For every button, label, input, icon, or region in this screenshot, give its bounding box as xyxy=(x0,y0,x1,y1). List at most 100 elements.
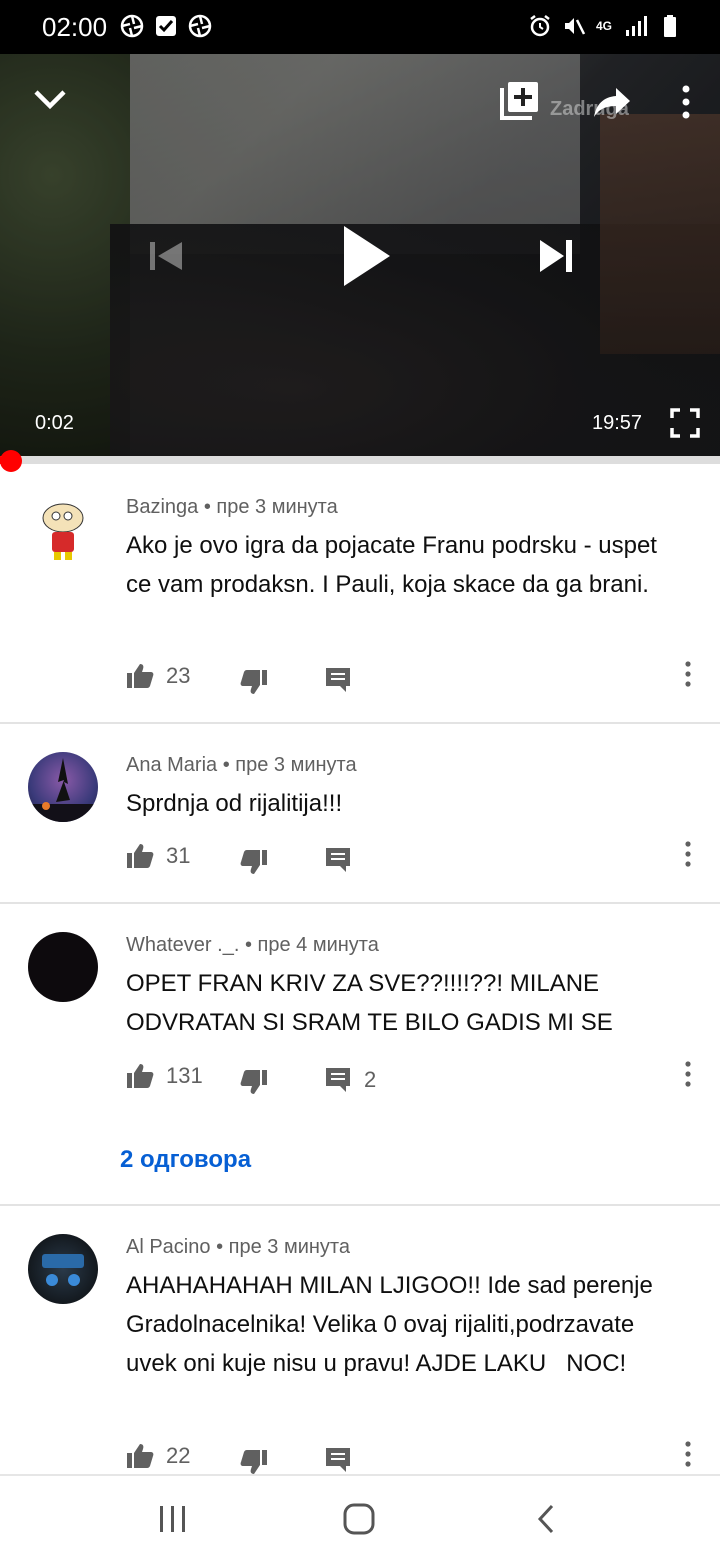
comment-time: пре 4 минута xyxy=(257,934,379,956)
check-box-icon xyxy=(156,16,176,36)
comment-meta: Al Pacino • пре 3 минута xyxy=(126,1236,350,1259)
dislike-button[interactable] xyxy=(240,1448,268,1474)
comment-text: Ako je ovo igra da pojacate Franu podrsk… xyxy=(126,532,657,598)
cartoon-avatar-icon xyxy=(42,503,84,560)
thumbs-up-icon xyxy=(127,1444,154,1468)
comment-author[interactable]: Bazinga xyxy=(126,496,198,518)
comment-meta: Bazinga • пре 3 минута xyxy=(126,496,338,519)
meta-separator: • xyxy=(222,754,236,776)
dislike-button[interactable] xyxy=(240,668,268,696)
tree-avatar-icon xyxy=(28,758,98,822)
meta-separator: • xyxy=(244,934,258,956)
home-icon[interactable] xyxy=(342,1502,376,1536)
like-count: 31 xyxy=(166,843,191,868)
like-button[interactable]: 31 xyxy=(126,842,190,870)
alarm-icon xyxy=(530,15,550,37)
share-icon[interactable] xyxy=(592,84,632,120)
thumbs-down-icon xyxy=(240,1450,267,1474)
more-vertical-icon xyxy=(685,1441,691,1467)
video-progress-bar[interactable] xyxy=(0,450,720,472)
avatar[interactable] xyxy=(28,494,98,564)
comment-text: OPET FRAN KRIV ZA SVE??!!!!??! MILANE OD… xyxy=(126,970,613,1036)
avatar[interactable] xyxy=(28,752,98,822)
comment-actions: 22 xyxy=(126,1440,706,1474)
current-time: 0:02 xyxy=(35,412,74,434)
comments-list: Bazinga • пре 3 минута Ako je ovo igra d… xyxy=(0,464,720,1474)
thumbs-down-icon xyxy=(240,850,267,874)
comment-item: Al Pacino • пре 3 минута AHAHAHAHAH MILA… xyxy=(0,1206,720,1474)
back-icon[interactable] xyxy=(530,1502,564,1536)
system-nav-bar xyxy=(0,1474,720,1560)
comment-meta: Whatever ._. • пре 4 минута xyxy=(126,934,379,957)
like-count: 131 xyxy=(166,1063,203,1088)
like-count: 23 xyxy=(166,663,191,688)
fullscreen-icon[interactable] xyxy=(670,408,700,438)
avatar[interactable] xyxy=(28,932,98,1002)
status-time: 02:00 xyxy=(42,12,108,42)
like-button[interactable]: 131 xyxy=(126,1062,203,1090)
like-button[interactable]: 22 xyxy=(126,1442,190,1470)
video-duration: 19:57 xyxy=(592,412,643,434)
comment-meta: Ana Maria • пре 3 минута xyxy=(126,754,357,777)
comment-time: пре 3 минута xyxy=(235,754,357,776)
comment-icon xyxy=(326,1068,350,1092)
thumbs-up-icon xyxy=(127,844,154,868)
network-label: 4G xyxy=(596,19,613,33)
more-vertical-icon xyxy=(685,661,691,687)
reply-button[interactable] xyxy=(324,1446,352,1474)
meta-separator: • xyxy=(203,496,217,518)
dislike-button[interactable] xyxy=(240,1068,268,1096)
more-vertical-icon xyxy=(685,841,691,867)
comment-more-button[interactable] xyxy=(674,1440,702,1468)
more-options-icon[interactable] xyxy=(676,84,696,120)
reply-button[interactable] xyxy=(324,666,352,694)
comment-icon xyxy=(326,848,350,872)
avatar[interactable] xyxy=(28,1234,98,1304)
thumbs-up-icon xyxy=(127,664,154,688)
reply-button[interactable] xyxy=(324,846,352,874)
comment-more-button[interactable] xyxy=(674,660,702,688)
comment-actions: 31 xyxy=(126,840,706,878)
view-replies-link[interactable]: 2 одговора xyxy=(120,1146,251,1174)
comment-time: пре 3 минута xyxy=(216,496,338,518)
network-4g-icon: 4G xyxy=(596,20,614,32)
next-video-icon[interactable] xyxy=(536,238,576,274)
battery-icon xyxy=(664,15,676,37)
comment-text: Sprdnja od rijalitija!!! xyxy=(126,790,343,817)
like-count: 22 xyxy=(166,1443,191,1468)
comment-time: пре 3 минута xyxy=(228,1236,350,1258)
comment-author[interactable]: Al Pacino xyxy=(126,1236,211,1258)
mute-icon xyxy=(565,18,586,35)
car-interior-avatar-icon xyxy=(42,1254,84,1286)
meta-separator: • xyxy=(216,1236,229,1258)
comment-text: AHAHAHAHAH MILAN LJIGOO!! Ide sad perenj… xyxy=(126,1272,660,1377)
video-player[interactable]: Zadruga 0:02 19:57 xyxy=(0,54,720,458)
status-right-icons: 4G xyxy=(528,14,682,38)
comment-icon xyxy=(326,668,350,692)
thumbs-down-icon xyxy=(240,1070,267,1094)
signal-icon xyxy=(626,16,647,36)
thumbs-down-icon xyxy=(240,670,267,694)
play-icon[interactable] xyxy=(338,224,394,288)
comment-item: Bazinga • пре 3 минута Ako je ovo igra d… xyxy=(0,464,720,724)
like-button[interactable]: 23 xyxy=(126,662,190,690)
comment-more-button[interactable] xyxy=(674,840,702,868)
status-left-icons xyxy=(120,14,212,38)
status-bar: 02:00 4G xyxy=(0,0,720,54)
recent-apps-icon[interactable] xyxy=(156,1502,190,1536)
aperture-icon xyxy=(120,14,144,38)
previous-video-icon[interactable] xyxy=(146,236,186,276)
reply-button[interactable]: 2 xyxy=(324,1066,376,1094)
add-to-queue-icon[interactable] xyxy=(500,80,540,120)
comment-more-button[interactable] xyxy=(674,1060,702,1088)
minimize-chevron-icon[interactable] xyxy=(30,82,70,118)
comment-author[interactable]: Whatever ._. xyxy=(126,934,239,956)
reply-count: 2 xyxy=(364,1067,377,1092)
comment-author[interactable]: Ana Maria xyxy=(126,754,217,776)
dislike-button[interactable] xyxy=(240,848,268,876)
comment-item: Whatever ._. • пре 4 минута OPET FRAN KR… xyxy=(0,904,720,1206)
more-vertical-icon xyxy=(685,1061,691,1087)
comment-actions: 23 xyxy=(126,660,706,698)
aperture-icon xyxy=(188,14,212,38)
thumbs-up-icon xyxy=(127,1064,154,1088)
